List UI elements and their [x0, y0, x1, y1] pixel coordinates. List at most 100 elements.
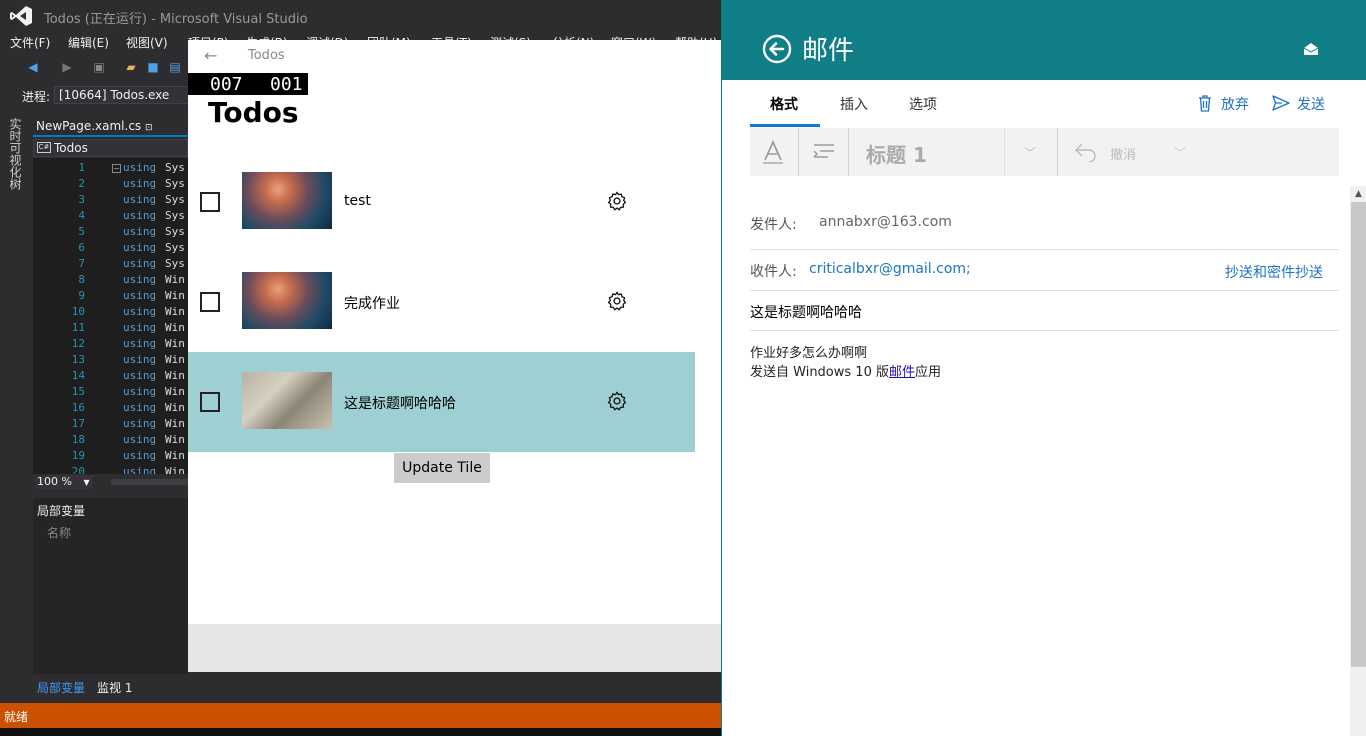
- send-button[interactable]: 发送: [1297, 94, 1325, 114]
- keyword: using: [123, 241, 157, 254]
- save-all-icon[interactable]: ▤: [168, 60, 182, 74]
- code-line[interactable]: 19 using Win: [33, 448, 188, 464]
- todo-checkbox[interactable]: [200, 192, 220, 212]
- tab-insert[interactable]: 插入: [840, 94, 868, 114]
- active-tab-indicator: [750, 124, 820, 127]
- from-field[interactable]: annabxr@163.com: [819, 214, 952, 230]
- code-line[interactable]: 18 using Win: [33, 432, 188, 448]
- open-folder-icon[interactable]: ▰: [124, 60, 138, 74]
- process-dropdown[interactable]: [10664] Todos.exe: [54, 86, 190, 104]
- to-field[interactable]: criticalbxr@gmail.com;: [809, 261, 971, 277]
- gear-icon[interactable]: [606, 190, 628, 212]
- code-line[interactable]: 7 using Sys: [33, 256, 188, 272]
- code-line[interactable]: 20 using Win: [33, 464, 188, 474]
- forward-nav-icon[interactable]: ▶: [60, 60, 74, 74]
- namespace-text: Sys: [165, 209, 185, 222]
- scroll-up-arrow-icon[interactable]: ▲: [1350, 186, 1366, 202]
- code-line[interactable]: 13 using Win: [33, 352, 188, 368]
- trash-icon[interactable]: [1198, 95, 1212, 112]
- tab-locals[interactable]: 局部变量: [37, 679, 85, 696]
- line-number: 13: [71, 353, 85, 366]
- code-line[interactable]: 5 using Sys: [33, 224, 188, 240]
- line-number: 3: [78, 193, 85, 206]
- todo-thumbnail: [242, 372, 332, 429]
- code-line[interactable]: 4 using Sys: [33, 208, 188, 224]
- line-number: 11: [71, 321, 85, 334]
- style-dropdown[interactable]: 标题 1: [850, 128, 1005, 176]
- todo-list-item[interactable]: 这是标题啊哈哈哈: [188, 352, 695, 452]
- envelope-open-icon[interactable]: [1303, 42, 1319, 56]
- locals-name-column-header[interactable]: 名称: [47, 524, 71, 541]
- save-icon[interactable]: ■: [146, 60, 160, 74]
- line-number: 15: [71, 385, 85, 398]
- visual-studio-logo-icon: [10, 6, 32, 26]
- code-line[interactable]: 15 using Win: [33, 384, 188, 400]
- discard-button[interactable]: 放弃: [1221, 94, 1249, 114]
- code-line[interactable]: 12 using Win: [33, 336, 188, 352]
- back-arrow-icon[interactable]: ←: [204, 46, 217, 65]
- send-icon[interactable]: [1272, 95, 1290, 111]
- todo-list-item[interactable]: 完成作业: [188, 252, 695, 352]
- todo-list-item[interactable]: test: [188, 152, 695, 252]
- code-line[interactable]: 11 using Win: [33, 320, 188, 336]
- code-line[interactable]: 16 using Win: [33, 400, 188, 416]
- menu-view[interactable]: 视图(V): [126, 34, 168, 51]
- line-number: 17: [71, 417, 85, 430]
- code-line[interactable]: 9 using Win: [33, 288, 188, 304]
- live-visual-tree-sidebar[interactable]: 实时可视化树: [0, 110, 28, 690]
- namespace-text: Win: [165, 273, 185, 286]
- font-color-icon[interactable]: [762, 140, 784, 166]
- tab-format[interactable]: 格式: [770, 94, 798, 114]
- keyword: using: [123, 225, 157, 238]
- todo-checkbox[interactable]: [200, 392, 220, 412]
- line-number: 6: [78, 241, 85, 254]
- mail-app-link[interactable]: 邮件: [889, 365, 915, 380]
- scrollbar-thumb[interactable]: [1351, 202, 1366, 667]
- paragraph-format-icon[interactable]: [812, 142, 836, 162]
- chevron-down-icon[interactable]: ﹀: [1024, 144, 1036, 161]
- menu-file[interactable]: 文件(F): [10, 34, 50, 51]
- update-tile-button[interactable]: Update Tile: [394, 453, 490, 483]
- document-tab-newpage[interactable]: NewPage.xaml.cs ⊡: [33, 117, 188, 137]
- message-body[interactable]: 作业好多怎么办啊啊 发送自 Windows 10 版邮件应用: [750, 344, 1339, 382]
- code-line[interactable]: 6 using Sys: [33, 240, 188, 256]
- divider: [750, 330, 1339, 331]
- horizontal-scrollbar[interactable]: [111, 479, 188, 485]
- menu-edit[interactable]: 编辑(E): [68, 34, 109, 51]
- gear-icon[interactable]: [606, 290, 628, 312]
- namespace-text: Sys: [165, 225, 185, 238]
- code-line[interactable]: 17 using Win: [33, 416, 188, 432]
- code-line[interactable]: 1 using Sys: [33, 160, 188, 176]
- tab-options[interactable]: 选项: [909, 94, 937, 114]
- cc-bcc-link[interactable]: 抄送和密件抄送: [1225, 262, 1323, 282]
- line-number: 12: [71, 337, 85, 350]
- fps-counter-right: 001: [270, 74, 303, 95]
- app-bar[interactable]: [188, 624, 721, 672]
- code-line[interactable]: 2 using Sys: [33, 176, 188, 192]
- tab-watch-1[interactable]: 监视 1: [97, 679, 132, 696]
- subject-field[interactable]: 这是标题啊哈哈哈: [750, 302, 862, 322]
- undo-label[interactable]: 撤消: [1110, 144, 1136, 163]
- chevron-down-icon[interactable]: ﹀: [1174, 144, 1186, 161]
- todo-checkbox[interactable]: [200, 292, 220, 312]
- code-line[interactable]: 14 using Win: [33, 368, 188, 384]
- gear-icon[interactable]: [606, 390, 628, 412]
- keyword: using: [123, 273, 157, 286]
- back-circle-icon[interactable]: [762, 34, 792, 64]
- live-visual-tree-tab[interactable]: 实时可视化树: [7, 118, 24, 190]
- undo-icon[interactable]: [1074, 142, 1098, 162]
- keyword: using: [123, 257, 157, 270]
- back-nav-icon[interactable]: ◀: [26, 60, 40, 74]
- code-line[interactable]: 3 using Sys: [33, 192, 188, 208]
- type-navigation-dropdown[interactable]: C# Todos: [33, 139, 188, 157]
- solution-config-icon[interactable]: ▣: [92, 60, 106, 74]
- pin-icon[interactable]: ⊡: [145, 123, 153, 133]
- line-number: 5: [78, 225, 85, 238]
- vertical-scrollbar[interactable]: ▲: [1350, 186, 1366, 736]
- code-line[interactable]: 8 using Win: [33, 272, 188, 288]
- editor-zoom-bar: 100 % ▼: [33, 474, 188, 490]
- debug-process-bar: 进程: [10664] Todos.exe: [0, 84, 190, 106]
- code-line[interactable]: 10 using Win: [33, 304, 188, 320]
- code-editor[interactable]: − 1 using Sys 2 using Sys 3 using Sys 4 using Sys 5 u…: [33, 158, 188, 474]
- zoom-dropdown[interactable]: 100 % ▼: [35, 475, 93, 489]
